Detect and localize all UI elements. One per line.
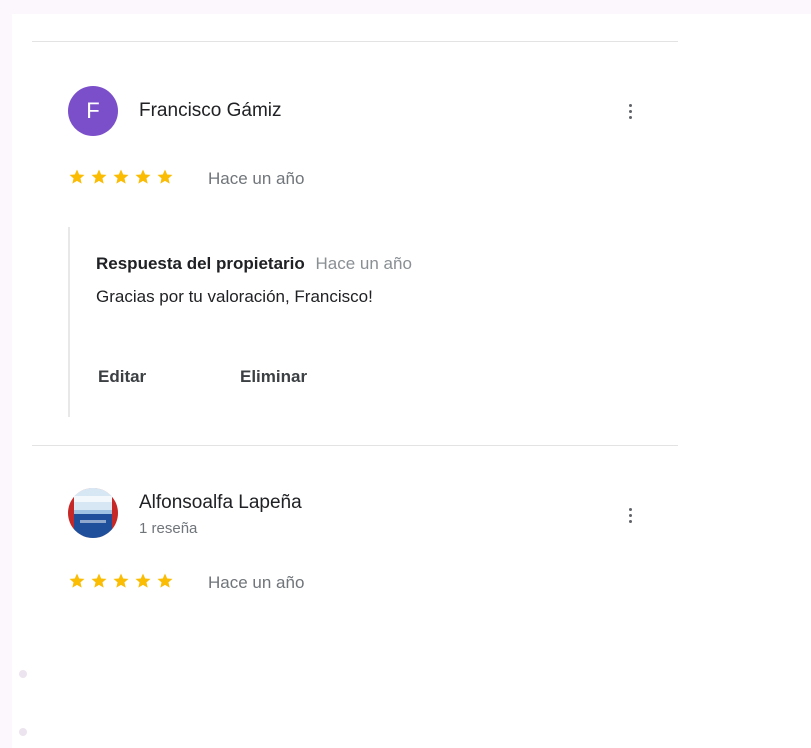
review-time: Hace un año <box>208 169 305 188</box>
star-icon <box>157 169 173 184</box>
star-icon <box>135 573 151 588</box>
delete-reply-button[interactable]: Eliminar <box>240 367 307 387</box>
star-rating <box>68 168 174 186</box>
top-divider <box>32 41 678 42</box>
more-options-icon[interactable] <box>622 502 638 528</box>
star-rating <box>68 572 174 590</box>
star-icon <box>135 169 151 184</box>
owner-reply-time: Hace un año <box>315 254 412 273</box>
star-icon <box>113 573 129 588</box>
star-icon <box>91 169 107 184</box>
review-time: Hace un año <box>208 573 305 592</box>
owner-reply: Respuesta del propietario Hace un año Gr… <box>68 227 630 417</box>
owner-reply-header: Respuesta del propietario Hace un año <box>96 254 412 274</box>
star-icon <box>91 573 107 588</box>
edit-reply-button[interactable]: Editar <box>98 367 146 387</box>
star-icon <box>69 573 85 588</box>
owner-reply-title: Respuesta del propietario <box>96 254 305 273</box>
owner-reply-text: Gracias por tu valoración, Francisco! <box>96 287 373 306</box>
profile-photo-icon <box>68 488 118 538</box>
avatar[interactable]: F <box>68 86 118 136</box>
decorative-dot <box>19 728 27 736</box>
star-icon <box>69 169 85 184</box>
decorative-dot <box>19 670 27 678</box>
reviewer-name[interactable]: Alfonsoalfa Lapeña <box>139 492 302 514</box>
reviewer-review-count: 1 reseña <box>139 520 198 537</box>
star-icon <box>157 573 173 588</box>
reviews-panel: F Francisco Gámiz Hace un año Respuesta … <box>12 14 811 748</box>
star-icon <box>113 169 129 184</box>
more-options-icon[interactable] <box>622 98 638 124</box>
avatar[interactable] <box>68 488 118 538</box>
review-divider <box>32 445 678 446</box>
reviewer-name[interactable]: Francisco Gámiz <box>139 100 282 122</box>
